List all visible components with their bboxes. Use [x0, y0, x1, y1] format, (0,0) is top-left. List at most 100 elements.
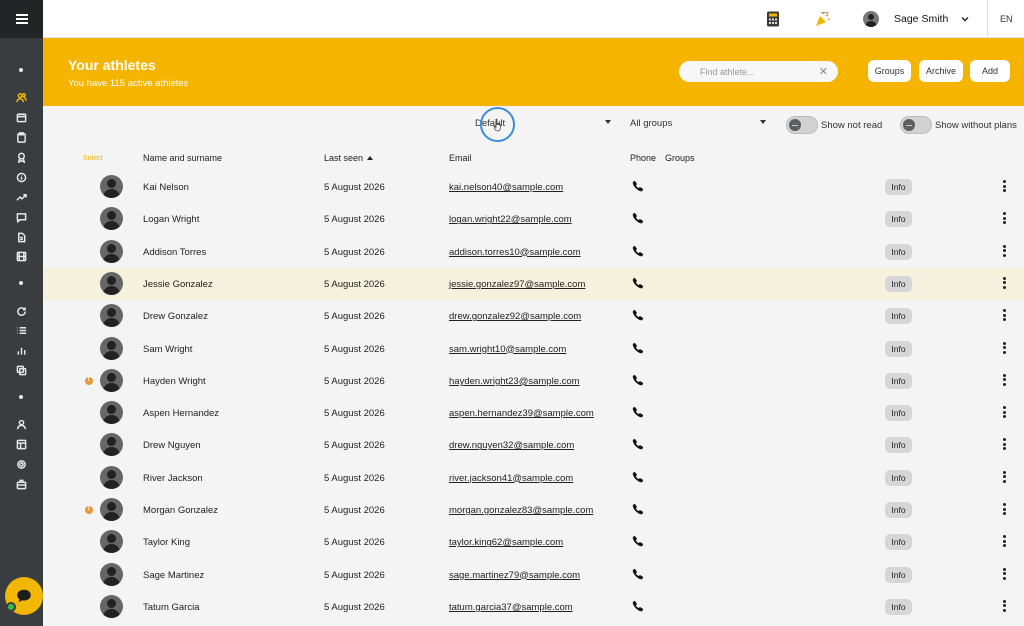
table-row[interactable]: Kai Nelson 5 August 2026 kai.nelson40@samp… [43, 171, 1024, 203]
table-row[interactable]: Jessie Gonzalez 5 August 2026 jessie.gonza… [43, 267, 1024, 300]
info-button[interactable]: Info [885, 534, 912, 551]
sidebar-item-videos[interactable] [14, 249, 28, 263]
athlete-name[interactable]: Aspen Hernandez [143, 408, 219, 419]
phone-icon[interactable] [632, 471, 644, 483]
kebab-menu-icon[interactable] [1003, 535, 1007, 549]
avatar-icon[interactable] [100, 530, 123, 554]
info-button[interactable]: Info [885, 179, 912, 195]
celebration-button[interactable] [813, 10, 831, 28]
info-button[interactable]: Info [885, 405, 912, 422]
phone-icon[interactable] [632, 568, 644, 580]
name-column-header[interactable]: Name and surname [143, 153, 222, 163]
last-seen-column-header[interactable]: Last seen [324, 153, 374, 163]
sidebar-item-documents[interactable] [14, 230, 28, 244]
sidebar-item-awards[interactable] [14, 150, 28, 164]
table-row[interactable]: Taylor King 5 August 2026 taylor.king62@sa… [43, 526, 1024, 558]
table-row[interactable]: Drew Nguyen 5 August 2026 drew.nguyen32@sa… [43, 429, 1024, 461]
info-button[interactable]: Info [885, 469, 912, 486]
phone-icon[interactable] [632, 180, 644, 192]
info-button[interactable]: Info [885, 211, 912, 228]
avatar-icon[interactable] [100, 207, 123, 231]
toggle-switch[interactable] [900, 116, 932, 134]
info-button[interactable]: Info [885, 566, 912, 583]
info-button[interactable]: Info [885, 275, 912, 292]
sidebar-item-refresh[interactable] [14, 304, 28, 318]
athlete-name[interactable]: River Jackson [143, 473, 203, 484]
sidebar-item-messages[interactable] [14, 210, 28, 224]
athlete-name[interactable]: Sage Martinez [143, 570, 204, 581]
athlete-email-link[interactable]: addison.torres10@sample.com [449, 247, 581, 258]
show-without-plans-toggle[interactable]: Show without plans [900, 116, 1017, 134]
sidebar-item-layout[interactable] [14, 437, 28, 451]
avatar-icon[interactable] [100, 594, 123, 618]
avatar-icon[interactable] [100, 401, 123, 425]
athlete-name[interactable]: Morgan Gonzalez [143, 505, 218, 516]
table-row[interactable]: Sage Martinez 5 August 2026 sage.martinez7… [43, 559, 1024, 591]
sidebar-item-profile[interactable] [14, 417, 28, 431]
phone-icon[interactable] [632, 277, 644, 289]
phone-icon[interactable] [632, 309, 644, 321]
sidebar-item-settings[interactable] [14, 457, 28, 471]
menu-toggle-button[interactable] [0, 0, 43, 38]
kebab-menu-icon[interactable] [1003, 406, 1007, 420]
table-row[interactable]: Aspen Hernandez 5 August 2026 aspen.hernan… [43, 397, 1024, 429]
info-button[interactable]: Info [885, 502, 912, 518]
info-button[interactable]: Info [885, 308, 912, 325]
avatar-icon[interactable] [100, 304, 123, 328]
avatar-icon[interactable] [100, 271, 123, 295]
sidebar-item-briefcase[interactable] [14, 477, 28, 491]
sidebar-item-calendar[interactable] [14, 110, 28, 124]
athlete-email-link[interactable]: taylor.king62@sample.com [449, 537, 563, 548]
phone-icon[interactable] [632, 535, 644, 547]
table-row[interactable]: River Jackson 5 August 2026 river.jackson4… [43, 462, 1024, 494]
athlete-name[interactable]: Tatum Garcia [143, 602, 200, 613]
athlete-email-link[interactable]: hayden.wright23@sample.com [449, 376, 580, 387]
table-row[interactable]: Sam Wright 5 August 2026 sam.wright10@samp… [43, 333, 1024, 365]
athlete-email-link[interactable]: sam.wright10@sample.com [449, 344, 566, 355]
kebab-menu-icon[interactable] [1003, 373, 1007, 388]
kebab-menu-icon[interactable] [1003, 309, 1007, 323]
table-row[interactable]: Morgan Gonzalez 5 August 2026 morgan.gonza… [43, 494, 1024, 526]
calculator-button[interactable] [764, 10, 782, 28]
select-column-header[interactable]: Select [83, 155, 102, 162]
sidebar-item-list[interactable] [14, 323, 28, 337]
avatar-icon[interactable] [100, 239, 123, 263]
athlete-name[interactable]: Drew Gonzalez [143, 311, 208, 322]
athlete-name[interactable]: Taylor King [143, 537, 190, 548]
phone-icon[interactable] [632, 212, 644, 224]
phone-icon[interactable] [632, 406, 644, 418]
group-select[interactable]: All groups [630, 118, 766, 129]
kebab-menu-icon[interactable] [1003, 470, 1007, 485]
athlete-email-link[interactable]: logan.wright22@sample.com [449, 214, 572, 225]
kebab-menu-icon[interactable] [1003, 503, 1007, 517]
toggle-switch[interactable] [786, 116, 818, 134]
athlete-name[interactable]: Jessie Gonzalez [143, 279, 213, 290]
kebab-menu-icon[interactable] [1003, 180, 1007, 194]
athlete-name[interactable]: Addison Torres [143, 247, 206, 258]
user-menu[interactable]: Sage Smith [863, 10, 970, 28]
table-row[interactable]: Hayden Wright 5 August 2026 hayden.wright2… [43, 365, 1024, 397]
athlete-name[interactable]: Drew Nguyen [143, 440, 201, 451]
kebab-menu-icon[interactable] [1003, 567, 1007, 582]
info-button[interactable]: Info [885, 598, 912, 615]
phone-icon[interactable] [632, 503, 644, 515]
email-column-header[interactable]: Email [449, 153, 472, 163]
table-row[interactable]: Tatum Garcia 5 August 2026 tatum.garcia37@… [43, 591, 1024, 623]
phone-icon[interactable] [632, 600, 644, 612]
avatar-icon[interactable] [100, 336, 123, 360]
sidebar-item-athletes[interactable] [14, 90, 28, 104]
avatar-icon[interactable] [100, 175, 123, 198]
table-row[interactable]: Logan Wright 5 August 2026 logan.wright22@… [43, 203, 1024, 235]
sidebar-item-info[interactable] [14, 170, 28, 184]
sidebar-item-progress[interactable] [14, 190, 28, 204]
athlete-name[interactable]: Kai Nelson [143, 182, 189, 193]
avatar-icon[interactable] [100, 465, 123, 489]
groups-button[interactable]: Groups [868, 60, 911, 82]
table-row[interactable]: Drew Gonzalez 5 August 2026 drew.gonzalez9… [43, 300, 1024, 332]
athlete-name[interactable]: Logan Wright [143, 214, 199, 225]
kebab-menu-icon[interactable] [1003, 438, 1007, 452]
info-button[interactable]: Info [885, 372, 912, 389]
athlete-email-link[interactable]: river.jackson41@sample.com [449, 473, 573, 484]
avatar-icon[interactable] [100, 498, 123, 521]
athlete-email-link[interactable]: aspen.hernandez39@sample.com [449, 408, 594, 419]
